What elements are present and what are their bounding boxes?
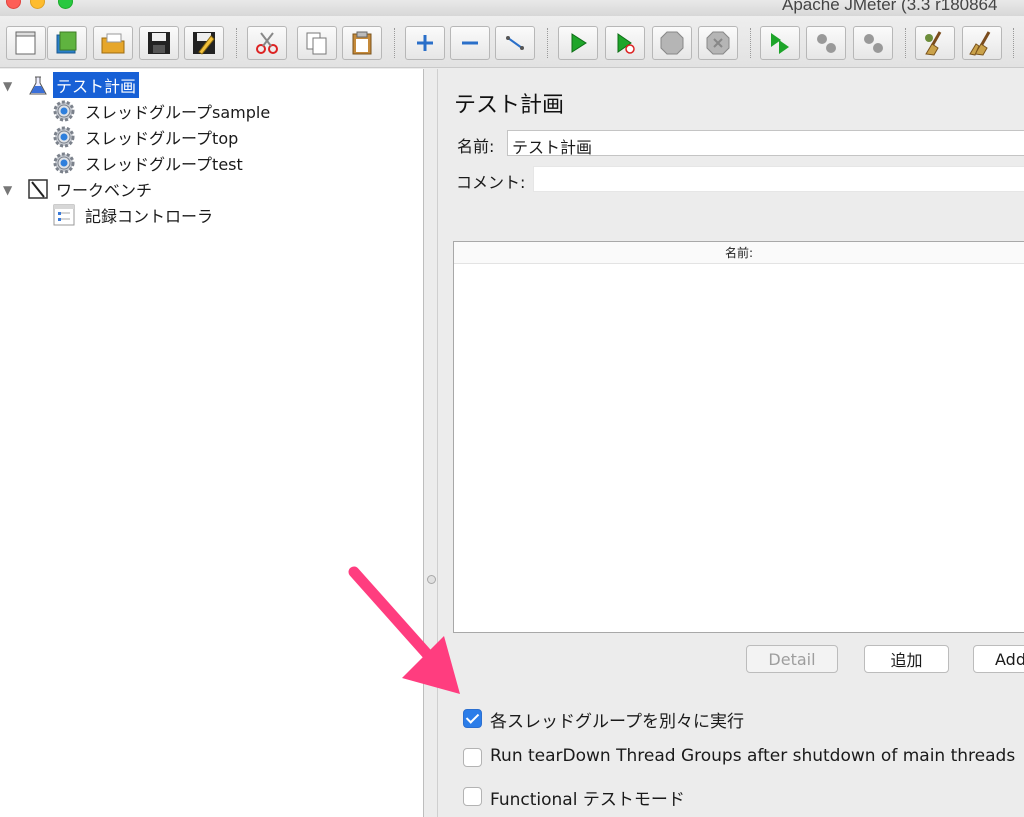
tree-item-label: スレッドグループtest: [85, 155, 243, 174]
detail-button[interactable]: Detail: [746, 645, 838, 673]
title-bar: Apache JMeter (3.3 r180864: [0, 0, 1024, 16]
gear-icon: [53, 152, 75, 174]
tree-item-label: スレッドグループsample: [85, 103, 271, 122]
cut-button[interactable]: [247, 26, 287, 60]
tree-item-label: スレッドグループtop: [85, 129, 239, 148]
paste-icon: [352, 31, 372, 55]
expand-triangle-icon[interactable]: ▼: [3, 79, 12, 93]
test-plan-panel: テスト計画 名前: テスト計画 コメント: 名前: Detail 追加 Add …: [439, 69, 1024, 817]
gear-icon: [53, 100, 75, 122]
window-title: Apache JMeter (3.3 r180864: [782, 0, 998, 14]
stop-icon: [660, 31, 684, 55]
expand-button[interactable]: [405, 26, 445, 60]
paste-button[interactable]: [342, 26, 382, 60]
teardown-after-shutdown-label: Run tearDown Thread Groups after shutdow…: [490, 746, 1016, 766]
tree-item-thread-group-sample[interactable]: スレッドグループsample: [52, 99, 273, 123]
start-icon: [571, 33, 587, 53]
save-icon: [148, 32, 170, 54]
templates-icon: [56, 31, 77, 54]
templates-button[interactable]: [47, 26, 87, 60]
remote-start-button[interactable]: [760, 26, 800, 60]
copy-button[interactable]: [297, 26, 337, 60]
tree-item-thread-group-test[interactable]: スレッドグループtest: [52, 151, 246, 175]
flask-icon: [29, 76, 47, 95]
start-no-pause-icon: [617, 33, 635, 54]
open-icon: [101, 33, 125, 54]
run-thread-groups-consecutively-checkbox[interactable]: [463, 709, 482, 728]
toggle-icon: [506, 36, 524, 50]
copy-icon: [306, 32, 327, 55]
annotation-arrow-icon: [348, 566, 460, 694]
remote-shutdown-button[interactable]: [853, 26, 893, 60]
start-button[interactable]: [558, 26, 598, 60]
gear-icon: [53, 126, 75, 148]
table-header: 名前:: [454, 242, 1024, 264]
remote-shutdown-icon: [864, 34, 883, 53]
name-field[interactable]: テスト計画: [507, 130, 1024, 156]
save-button[interactable]: [139, 26, 179, 60]
clear-button[interactable]: [915, 26, 955, 60]
clear-all-button[interactable]: [962, 26, 1002, 60]
run-thread-groups-consecutively-label: 各スレッドグループを別々に実行: [490, 712, 744, 732]
open-button[interactable]: [93, 26, 133, 60]
clear-icon: [925, 31, 942, 56]
add-button[interactable]: 追加: [864, 645, 949, 673]
name-label: 名前:: [457, 137, 495, 156]
functional-test-mode-checkbox[interactable]: [463, 787, 482, 806]
workbench-icon: [28, 179, 48, 199]
functional-test-mode-label: Functional テストモード: [490, 790, 685, 810]
close-window-button[interactable]: [6, 0, 21, 9]
tree-item-test-plan[interactable]: テスト計画: [27, 72, 140, 98]
tree-item-workbench[interactable]: ワークベンチ: [27, 177, 155, 201]
tree-item-label: テスト計画: [53, 72, 140, 98]
stop-button[interactable]: [652, 26, 692, 60]
remote-stop-button[interactable]: [806, 26, 846, 60]
minimize-window-button[interactable]: [30, 0, 45, 9]
tree-item-recording-controller[interactable]: 記録コントローラ: [52, 203, 216, 227]
user-variables-table[interactable]: 名前:: [453, 241, 1024, 633]
toolbar: [0, 16, 1024, 68]
collapse-button[interactable]: [450, 26, 490, 60]
expand-triangle-icon[interactable]: ▼: [3, 183, 12, 197]
zoom-window-button[interactable]: [58, 0, 73, 9]
teardown-after-shutdown-checkbox[interactable]: [463, 748, 482, 767]
start-no-pause-button[interactable]: [605, 26, 645, 60]
expand-icon: [417, 35, 433, 51]
new-button[interactable]: [6, 26, 46, 60]
tree-item-label: 記録コントローラ: [85, 207, 214, 226]
remote-stop-icon: [817, 34, 836, 53]
tree-item-thread-group-top[interactable]: スレッドグループtop: [52, 125, 241, 149]
save-as-button[interactable]: [184, 26, 224, 60]
toggle-button[interactable]: [495, 26, 535, 60]
comment-label: コメント:: [456, 173, 526, 192]
panel-title: テスト計画: [454, 93, 565, 118]
comment-field[interactable]: [533, 166, 1024, 192]
save-as-icon: [193, 32, 215, 55]
shutdown-icon: [706, 31, 730, 55]
new-icon: [15, 31, 36, 55]
recorder-icon: [53, 204, 75, 226]
add-from-clipboard-button[interactable]: Add: [973, 645, 1024, 673]
shutdown-button[interactable]: [698, 26, 738, 60]
clear-all-icon: [969, 31, 991, 56]
cut-icon: [256, 32, 278, 54]
tree-item-label: ワークベンチ: [56, 181, 153, 200]
remote-start-icon: [771, 33, 789, 54]
collapse-icon: [462, 41, 478, 45]
